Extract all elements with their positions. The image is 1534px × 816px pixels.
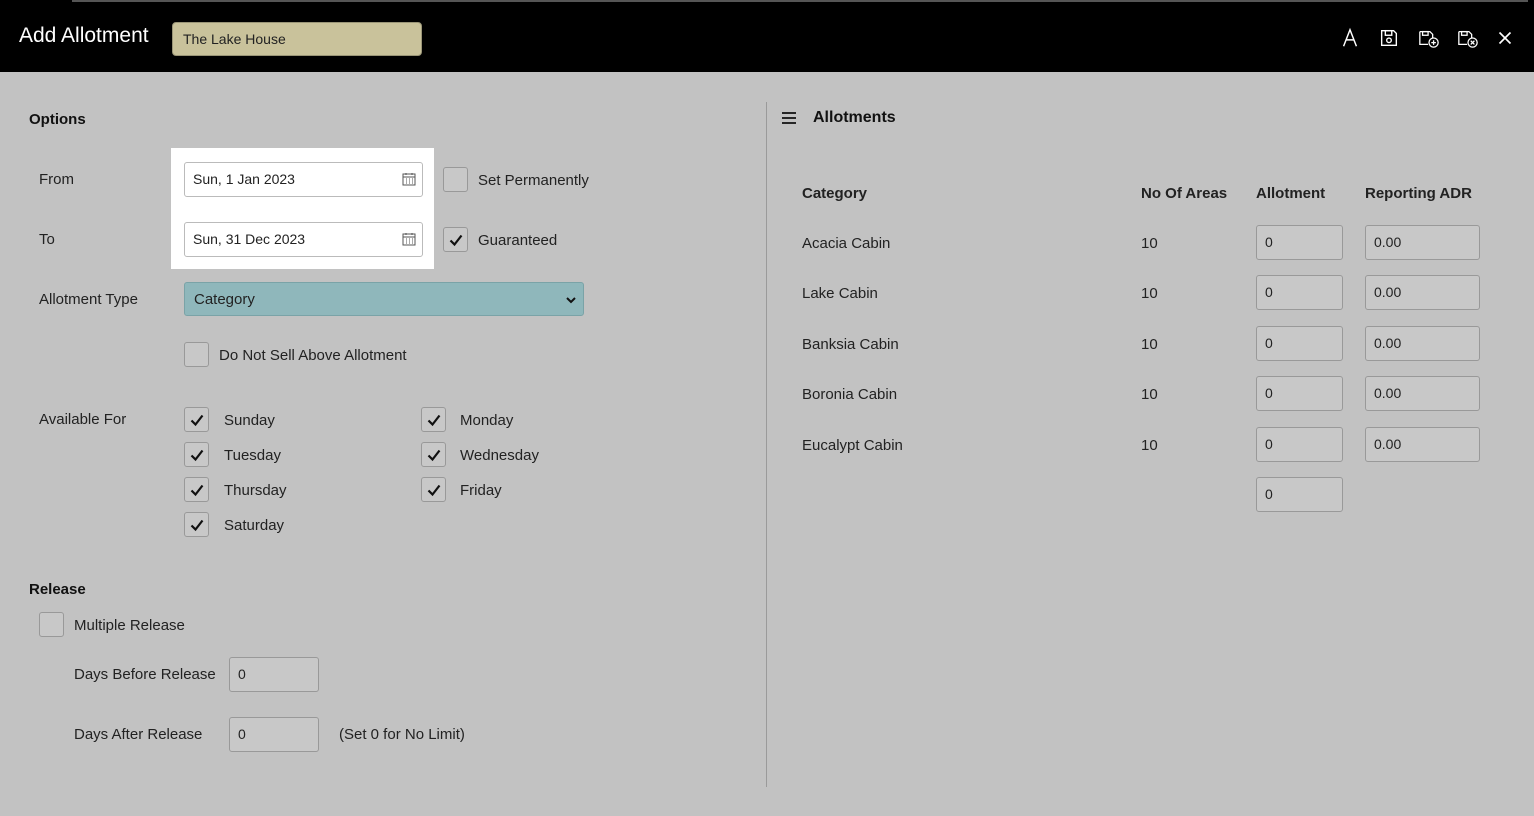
checkmark-icon — [427, 414, 440, 426]
from-label: From — [39, 171, 74, 188]
to-date-input[interactable]: Sun, 31 Dec 2023 — [184, 222, 423, 257]
column-header-reporting-adr: Reporting ADR — [1365, 185, 1472, 202]
allotments-heading: Allotments — [813, 109, 896, 126]
set-permanently-label: Set Permanently — [478, 172, 589, 189]
close-icon[interactable] — [1493, 26, 1517, 50]
row-category: Banksia Cabin — [802, 336, 899, 353]
row-category: Lake Cabin — [802, 285, 878, 302]
row-allotment-input[interactable]: 0 — [1256, 225, 1343, 260]
row-adr-input[interactable]: 0.00 — [1365, 225, 1480, 260]
checkmark-icon — [449, 234, 462, 246]
row-adr-input[interactable]: 0.00 — [1365, 326, 1480, 361]
monday-checkbox[interactable] — [421, 407, 446, 432]
row-category: Eucalypt Cabin — [802, 437, 903, 454]
row-adr-input[interactable]: 0.00 — [1365, 275, 1480, 310]
allotment-type-label: Allotment Type — [39, 291, 138, 308]
options-heading: Options — [29, 111, 86, 128]
row-areas: 10 — [1141, 336, 1158, 353]
panel-divider — [766, 102, 767, 787]
calendar-icon[interactable] — [402, 172, 416, 186]
chevron-down-icon — [566, 297, 576, 304]
wednesday-checkbox[interactable] — [421, 442, 446, 467]
release-hint: (Set 0 for No Limit) — [339, 726, 465, 743]
thursday-label: Thursday — [224, 482, 287, 499]
total-allotment-input[interactable]: 0 — [1256, 477, 1343, 512]
friday-label: Friday — [460, 482, 502, 499]
column-header-allotment: Allotment — [1256, 185, 1326, 202]
row-adr-input[interactable]: 0.00 — [1365, 376, 1480, 411]
save-and-close-icon[interactable] — [1456, 26, 1480, 50]
monday-label: Monday — [460, 412, 514, 429]
days-before-release-label: Days Before Release — [74, 666, 216, 683]
row-adr-input[interactable]: 0.00 — [1365, 427, 1480, 462]
row-areas: 10 — [1141, 386, 1158, 403]
multiple-release-label: Multiple Release — [74, 617, 185, 634]
row-areas: 10 — [1141, 285, 1158, 302]
checkmark-icon — [190, 519, 203, 531]
checkmark-icon — [190, 484, 203, 496]
sunday-label: Sunday — [224, 412, 275, 429]
saturday-checkbox[interactable] — [184, 512, 209, 537]
from-date-input[interactable]: Sun, 1 Jan 2023 — [184, 162, 423, 197]
sunday-checkbox[interactable] — [184, 407, 209, 432]
page-title: Add Allotment — [19, 24, 149, 47]
checkmark-icon — [190, 414, 203, 426]
tuesday-checkbox[interactable] — [184, 442, 209, 467]
days-after-release-input[interactable]: 0 — [229, 717, 319, 752]
saturday-label: Saturday — [224, 517, 285, 534]
column-header-areas: No Of Areas — [1141, 185, 1228, 202]
column-header-category: Category — [802, 185, 868, 202]
checkmark-icon — [427, 449, 440, 461]
checkmark-icon — [190, 449, 203, 461]
save-and-new-icon[interactable] — [1417, 26, 1441, 50]
menu-icon[interactable] — [781, 110, 797, 126]
to-label: To — [39, 231, 55, 248]
row-areas: 10 — [1141, 437, 1158, 454]
header-divider — [72, 0, 1528, 2]
days-after-release-label: Days After Release — [74, 726, 203, 743]
row-areas: 10 — [1141, 235, 1158, 252]
do-not-sell-label: Do Not Sell Above Allotment — [219, 347, 407, 364]
guaranteed-label: Guaranteed — [478, 232, 558, 249]
row-category: Acacia Cabin — [802, 235, 891, 252]
font-icon[interactable] — [1338, 26, 1362, 50]
tuesday-label: Tuesday — [224, 447, 281, 464]
checkmark-icon — [427, 484, 440, 496]
calendar-icon[interactable] — [402, 232, 416, 246]
wednesday-label: Wednesday — [460, 447, 539, 464]
allotment-type-value: Category — [194, 291, 255, 308]
multiple-release-checkbox[interactable] — [39, 612, 64, 637]
guaranteed-checkbox[interactable] — [443, 227, 468, 252]
release-heading: Release — [29, 581, 86, 598]
set-permanently-checkbox[interactable] — [443, 167, 468, 192]
friday-checkbox[interactable] — [421, 477, 446, 502]
thursday-checkbox[interactable] — [184, 477, 209, 502]
from-date-value: Sun, 1 Jan 2023 — [193, 171, 295, 187]
header-bar: Add Allotment The Lake House — [0, 0, 1534, 72]
available-for-label: Available For — [39, 411, 127, 428]
row-allotment-input[interactable]: 0 — [1256, 427, 1343, 462]
row-allotment-input[interactable]: 0 — [1256, 275, 1343, 310]
allotment-type-select[interactable]: Category — [184, 282, 584, 316]
days-before-release-input[interactable]: 0 — [229, 657, 319, 692]
row-allotment-input[interactable]: 0 — [1256, 326, 1343, 361]
row-allotment-input[interactable]: 0 — [1256, 376, 1343, 411]
row-category: Boronia Cabin — [802, 386, 898, 403]
do-not-sell-checkbox[interactable] — [184, 342, 209, 367]
to-date-value: Sun, 31 Dec 2023 — [193, 231, 306, 247]
property-selector[interactable]: The Lake House — [172, 22, 422, 56]
save-icon[interactable] — [1377, 26, 1401, 50]
